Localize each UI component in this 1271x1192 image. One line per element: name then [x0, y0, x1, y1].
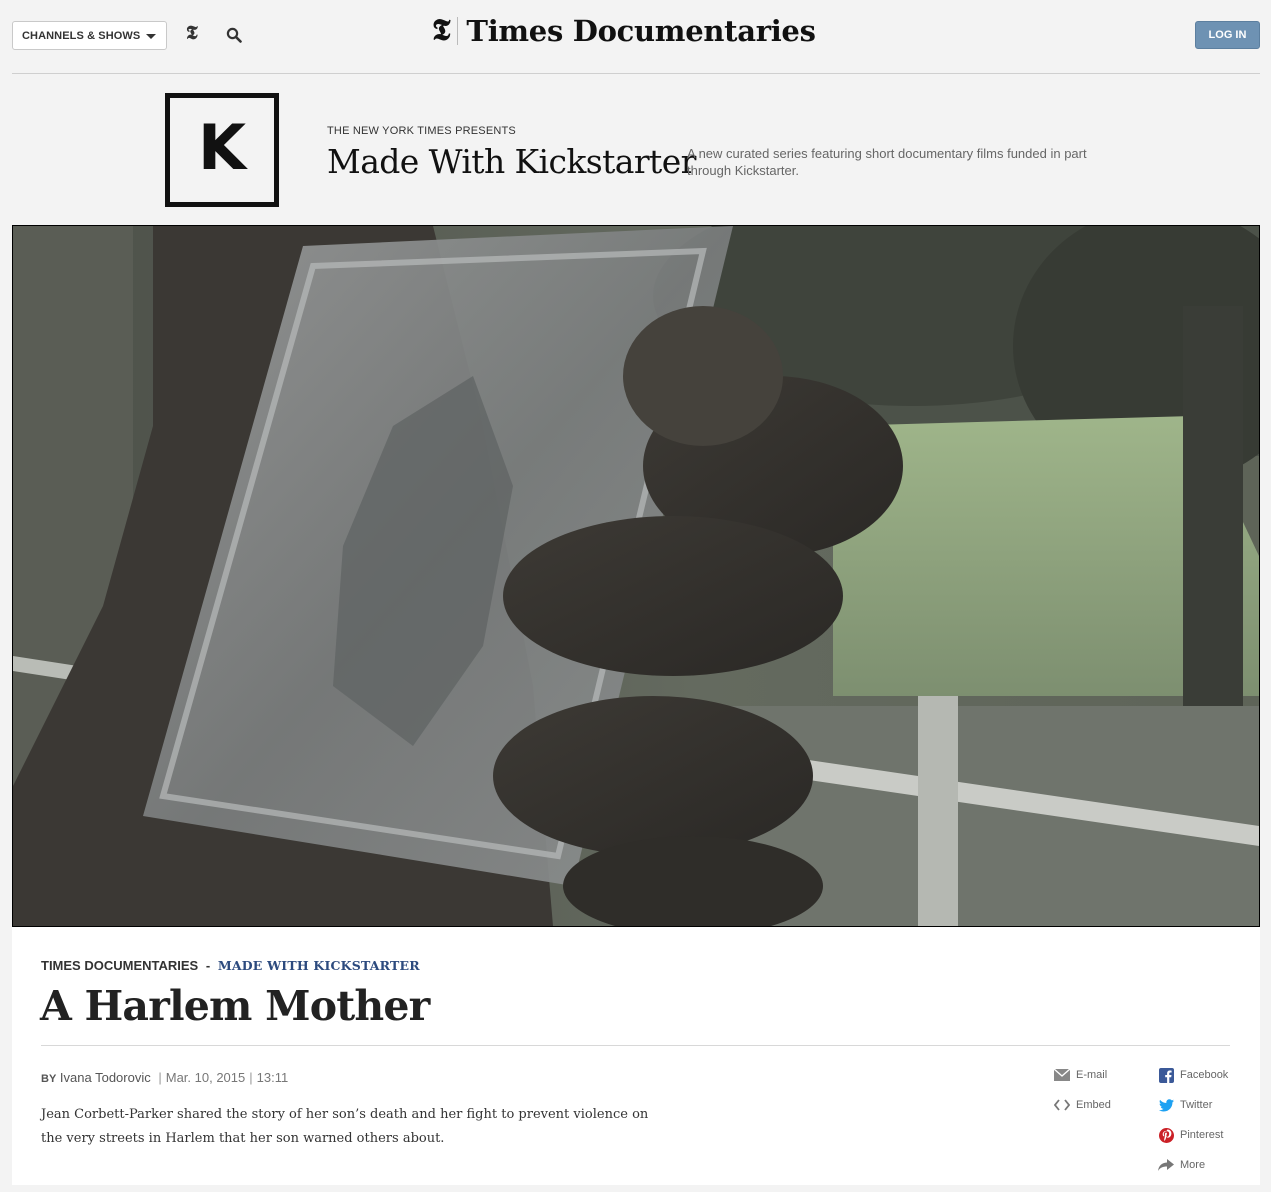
kicker-series-link[interactable]: MADE WITH KICKSTARTER — [218, 958, 420, 973]
log-in-button[interactable]: LOG IN — [1195, 21, 1260, 49]
video-player[interactable] — [12, 225, 1260, 927]
video-frame — [13, 226, 1259, 926]
headline-divider — [41, 1045, 1230, 1046]
times-documentaries-logo[interactable]: 𝕿 Times Documentaries — [432, 14, 816, 48]
top-bar: CHANNELS & SHOWS 𝕿 𝕿 Times Documentaries… — [12, 0, 1260, 74]
share-embed-label: Embed — [1076, 1099, 1111, 1111]
byline-separator: | — [249, 1070, 253, 1085]
series-title[interactable]: Made With Kickstarter — [327, 142, 696, 181]
brand-separator — [457, 17, 459, 45]
kickstarter-k-icon: K — [197, 111, 247, 184]
brand-name: Times Documentaries — [466, 14, 816, 48]
series-presents-label: THE NEW YORK TIMES PRESENTS — [327, 125, 516, 137]
chevron-down-icon — [146, 34, 156, 39]
share-email[interactable]: E-mail — [1054, 1067, 1107, 1083]
byline: BY Ivana Todorovic | Mar. 10, 2015 | 13:11 — [41, 1070, 288, 1085]
share-twitter-label: Twitter — [1180, 1099, 1213, 1111]
channels-and-shows-dropdown[interactable]: CHANNELS & SHOWS — [12, 21, 167, 50]
share-pinterest-label: Pinterest — [1180, 1129, 1224, 1141]
channels-label: CHANNELS & SHOWS — [22, 29, 141, 42]
share-more[interactable]: More — [1158, 1157, 1205, 1173]
share-twitter[interactable]: Twitter — [1158, 1097, 1212, 1113]
email-icon — [1054, 1067, 1070, 1083]
share-more-label: More — [1180, 1159, 1206, 1171]
nyt-t-icon: 𝕿 — [432, 13, 451, 48]
share-arrow-icon — [1158, 1157, 1174, 1173]
nyt-logo-icon[interactable]: 𝕿 — [186, 24, 198, 43]
share-facebook-label: Facebook — [1180, 1069, 1229, 1081]
byline-date: Mar. 10, 2015 — [165, 1070, 246, 1085]
article-card: TIMES DOCUMENTARIES - MADE WITH KICKSTAR… — [12, 927, 1260, 1185]
article-kicker: TIMES DOCUMENTARIES - MADE WITH KICKSTAR… — [41, 958, 420, 973]
article-headline: A Harlem Mother — [40, 982, 430, 1030]
article-summary: Jean Corbett-Parker shared the story of … — [41, 1107, 649, 1146]
share-email-label: E-mail — [1076, 1069, 1108, 1081]
kicker-separator: - — [205, 958, 211, 973]
share-embed[interactable]: Embed — [1054, 1097, 1111, 1113]
search-icon[interactable] — [226, 27, 242, 43]
share-pinterest[interactable]: Pinterest — [1158, 1127, 1223, 1143]
byline-by: BY — [41, 1073, 57, 1085]
share-facebook[interactable]: Facebook — [1158, 1067, 1228, 1083]
kicker-section-link[interactable]: TIMES DOCUMENTARIES — [41, 958, 198, 973]
kickstarter-logo[interactable]: K — [165, 93, 279, 207]
byline-separator: | — [158, 1070, 162, 1085]
embed-icon — [1054, 1097, 1070, 1113]
byline-author[interactable]: Ivana Todorovic — [60, 1070, 151, 1085]
pinterest-icon — [1158, 1127, 1174, 1143]
series-description: A new curated series featuring short doc… — [687, 146, 1087, 178]
facebook-icon — [1158, 1067, 1174, 1083]
byline-duration: 13:11 — [256, 1070, 289, 1085]
twitter-icon — [1158, 1097, 1174, 1113]
